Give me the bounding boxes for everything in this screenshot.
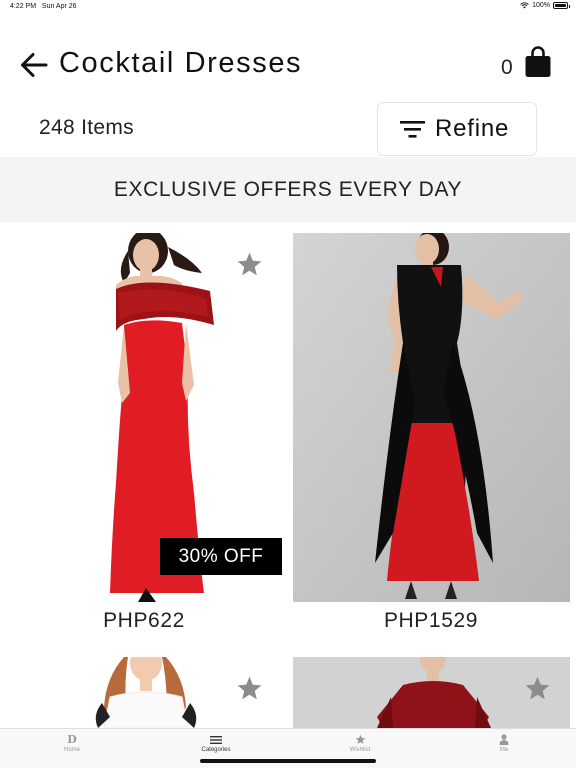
cart-count[interactable]: 0 xyxy=(501,56,513,80)
tab-label: Me xyxy=(499,747,509,753)
promo-text: EXCLUSIVE OFFERS EVERY DAY xyxy=(113,177,463,201)
home-indicator xyxy=(200,759,376,763)
person-icon xyxy=(464,733,544,746)
status-time: 4:22 PM Sun Apr 26 xyxy=(10,3,77,10)
tab-label: Categories xyxy=(201,747,231,753)
product-price: PHP1529 xyxy=(383,609,479,632)
product-image[interactable] xyxy=(293,233,570,602)
tab-me[interactable]: Me xyxy=(464,733,544,753)
discount-badge: 30% OFF xyxy=(160,538,282,575)
tab-wishlist[interactable]: Wishlist xyxy=(320,733,400,753)
tab-label: Home xyxy=(63,747,80,753)
tab-categories[interactable]: Categories xyxy=(176,733,256,753)
items-count: 248 Items xyxy=(39,116,134,139)
status-indicators: 100% xyxy=(520,2,570,9)
product-price: PHP622 xyxy=(103,609,185,632)
refine-label: Refine xyxy=(435,115,510,142)
home-logo-icon: D xyxy=(67,733,77,746)
back-arrow-icon[interactable] xyxy=(20,52,48,78)
promo-banner[interactable]: EXCLUSIVE OFFERS EVERY DAY xyxy=(0,157,576,222)
page-title: Cocktail Dresses xyxy=(59,47,303,79)
header: Cocktail Dresses 0 xyxy=(0,40,576,90)
list-icon xyxy=(176,733,256,746)
filter-icon xyxy=(400,121,425,138)
wifi-icon xyxy=(520,2,529,9)
shopping-bag-icon[interactable] xyxy=(524,46,552,78)
tab-label: Wishlist xyxy=(349,747,371,753)
wishlist-star-icon[interactable] xyxy=(235,251,264,278)
battery-icon xyxy=(553,2,570,9)
wishlist-star-icon[interactable] xyxy=(523,675,552,702)
wishlist-star-icon[interactable] xyxy=(235,675,264,702)
star-icon xyxy=(320,733,400,746)
tab-home[interactable]: D Home xyxy=(32,733,112,753)
status-bar: 4:22 PM Sun Apr 26 100% xyxy=(0,0,576,14)
battery-percent: 100% xyxy=(532,2,550,9)
refine-button[interactable]: Refine xyxy=(377,102,537,156)
